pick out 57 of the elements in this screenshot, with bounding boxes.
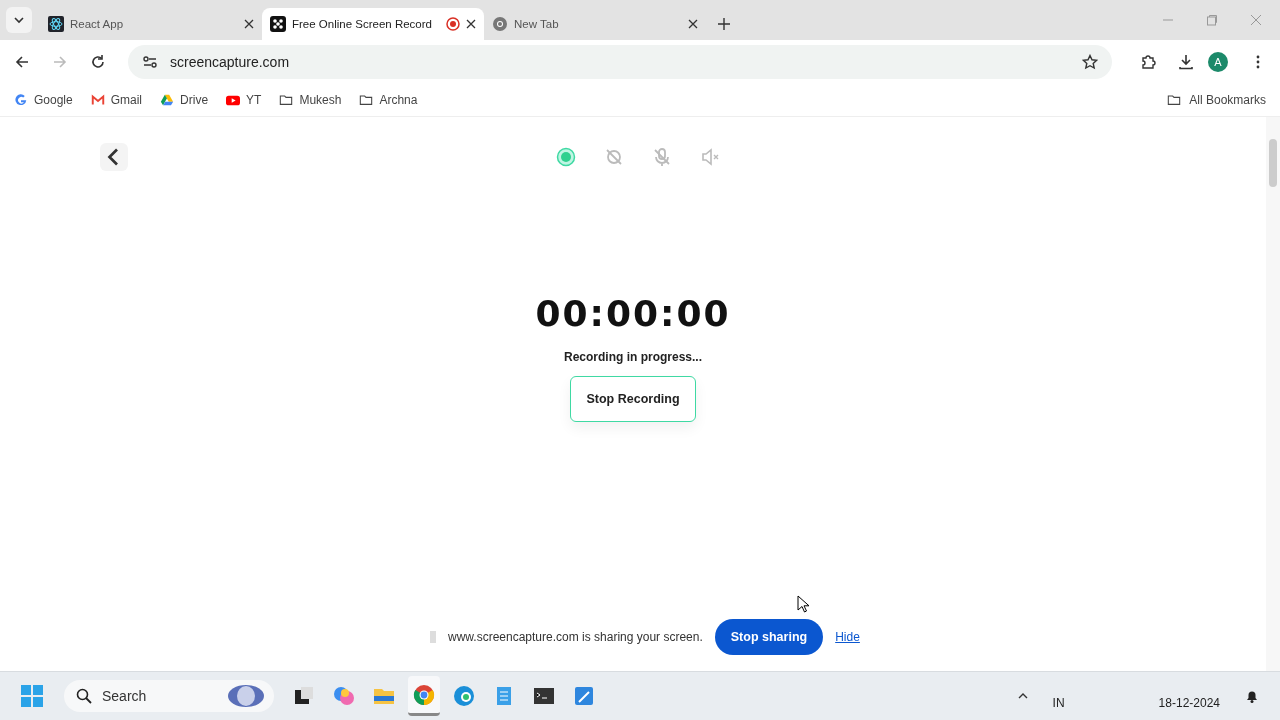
- play-icon: [226, 93, 241, 107]
- windows-start-icon[interactable]: [20, 684, 44, 708]
- folder-icon: [1167, 93, 1182, 107]
- bookmark-link[interactable]: Google: [34, 93, 73, 107]
- back-icon[interactable]: [14, 54, 30, 70]
- atom-icon: [48, 16, 64, 32]
- tab-title: New Tab: [514, 18, 560, 30]
- browser-tab[interactable]: New Tab: [484, 8, 706, 40]
- hide-link[interactable]: Hide: [835, 630, 860, 644]
- site-settings-icon[interactable]: [142, 54, 158, 70]
- dice-icon: [270, 16, 286, 32]
- bookmark-link[interactable]: Mukesh: [299, 93, 342, 107]
- tab-title: Free Online Screen Record: [292, 18, 433, 30]
- folder-icon: [279, 93, 294, 107]
- search-icon: [76, 688, 92, 704]
- recording-status: Recording in progress...: [564, 350, 702, 364]
- chevron-down-icon[interactable]: [13, 14, 25, 26]
- new-tab-icon[interactable]: [718, 18, 730, 30]
- close-icon[interactable]: [688, 19, 698, 29]
- scrollbar[interactable]: [1266, 117, 1280, 671]
- drag-handle[interactable]: [430, 631, 436, 643]
- date-text[interactable]: 18-12-2024: [1158, 696, 1220, 710]
- mail-icon: [90, 93, 105, 107]
- globe-icon: [492, 16, 508, 32]
- bookmark-link[interactable]: YT: [246, 93, 262, 107]
- url-text: screencapture.com: [170, 54, 291, 70]
- globe-picture-icon: [226, 684, 266, 708]
- address-bar[interactable]: screencapture.com: [128, 45, 1112, 79]
- chrome-icon[interactable]: [408, 676, 440, 716]
- browser-tab[interactable]: React App: [40, 8, 262, 40]
- taskbar-search-bar[interactable]: Search: [64, 680, 274, 712]
- folder-icon: [359, 93, 374, 107]
- profile-avatar[interactable]: A: [1208, 52, 1228, 72]
- close-icon[interactable]: [244, 19, 254, 29]
- bookmark-link[interactable]: Gmail: [110, 93, 143, 107]
- star-icon[interactable]: [1082, 54, 1098, 70]
- mouse-cursor-icon: [797, 595, 809, 613]
- search-input[interactable]: Search: [100, 687, 218, 705]
- timer-readout: 00:00:00: [535, 293, 731, 334]
- sharing-message: www.screencapture.com is sharing your screen.: [448, 630, 703, 644]
- download-icon[interactable]: [1178, 54, 1194, 70]
- restore-icon[interactable]: [1206, 14, 1218, 26]
- bookmark-link[interactable]: Archna: [379, 93, 418, 107]
- bookmark-link[interactable]: Drive: [180, 93, 209, 107]
- tab-title: React App: [70, 18, 125, 30]
- stop-recording-button[interactable]: Stop Recording: [570, 376, 696, 422]
- bookmark-link[interactable]: All Bookmarks: [1189, 93, 1266, 107]
- language-indicator[interactable]: IN: [1052, 696, 1065, 710]
- google-icon: [14, 93, 28, 107]
- drive-icon: [160, 93, 175, 107]
- reload-icon[interactable]: [90, 54, 106, 70]
- close-icon[interactable]: [466, 19, 476, 29]
- back-icon[interactable]: [100, 143, 128, 171]
- browser-tab[interactable]: Free Online Screen Record: [262, 8, 484, 40]
- stop-sharing-button[interactable]: Stop sharing: [714, 619, 824, 655]
- puzzle-icon[interactable]: [1140, 54, 1156, 70]
- tab-search-button[interactable]: [6, 7, 32, 33]
